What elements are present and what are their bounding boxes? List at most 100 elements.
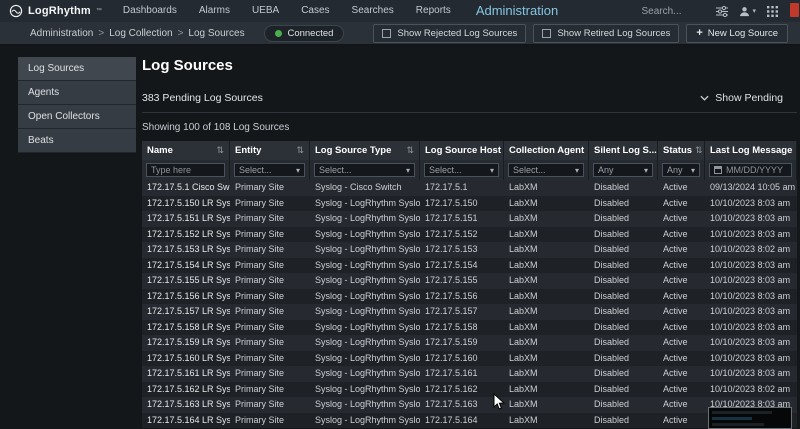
cell-last-log-message: 10/10/2023 8:03 am — [705, 304, 797, 320]
table-header-row: Name ⇅ Entity ⇅ Log Source Type ⇅ Log So… — [142, 141, 797, 160]
table-row[interactable]: 172.17.5.164 LR Sysl... Primary Site Sys… — [142, 413, 797, 429]
table-row[interactable]: 172.17.5.1 Cisco Swit... Primary Site Sy… — [142, 180, 797, 196]
table-row[interactable]: 172.17.5.162 LR Sysl... Primary Site Sys… — [142, 382, 797, 398]
date-filter-input[interactable] — [726, 165, 787, 175]
table-row[interactable]: 172.17.5.155 LR Sysl... Primary Site Sys… — [142, 273, 797, 289]
pip-overlay[interactable] — [708, 407, 792, 429]
column-header[interactable]: Entity ⇅ — [230, 141, 310, 160]
cell-entity: Primary Site — [230, 366, 310, 382]
column-header-label: Last Log Message — [710, 145, 792, 156]
cell-status: Active — [658, 242, 705, 258]
cell-log-source-host: 172.17.5.159 — [420, 335, 504, 351]
page-title: Log Sources — [142, 57, 797, 74]
cell-log-source-host: 172.17.5.156 — [420, 289, 504, 305]
sidebar-item[interactable]: Agents — [18, 81, 136, 105]
status-filter-select[interactable]: Any ▾ — [662, 163, 700, 177]
table-row[interactable]: 172.17.5.159 LR Sysl... Primary Site Sys… — [142, 335, 797, 351]
silent-filter-select[interactable]: Any ▾ — [593, 163, 653, 177]
nav-item[interactable]: UEBA — [241, 0, 290, 22]
show-rejected-checkbox[interactable]: Show Rejected Log Sources — [373, 24, 526, 43]
cell-log-source-type: Syslog - LogRhythm Syslog Ge... — [310, 382, 420, 398]
cell-entity: Primary Site — [230, 273, 310, 289]
pip-content — [712, 411, 772, 414]
table-row[interactable]: 172.17.5.157 LR Sysl... Primary Site Sys… — [142, 304, 797, 320]
column-header[interactable]: Log Source Host ⇅ — [420, 141, 504, 160]
column-header[interactable]: Log Source Type ⇅ — [310, 141, 420, 160]
name-filter-input[interactable] — [146, 163, 225, 177]
cell-silent-log-source: Disabled — [589, 242, 658, 258]
cell-collection-agent: LabXM — [504, 335, 589, 351]
type-filter-select[interactable]: Select... ▾ — [314, 163, 415, 177]
host-filter-select[interactable]: Select... ▾ — [424, 163, 499, 177]
logrhythm-logo[interactable]: LogRhythm ™ — [0, 4, 112, 18]
column-header[interactable]: Silent Log S... ⇅ — [589, 141, 658, 160]
breadcrumb-label: Log Sources — [188, 28, 244, 39]
breadcrumb-item[interactable]: Log Sources > — [188, 28, 244, 39]
table-row[interactable]: 172.17.5.151 LR Sysl... Primary Site Sys… — [142, 211, 797, 227]
cell-entity: Primary Site — [230, 242, 310, 258]
column-header[interactable]: Collection Agent ⇅ — [504, 141, 589, 160]
column-header[interactable]: Status ⇅ — [658, 141, 705, 160]
table-row[interactable]: 172.17.5.156 LR Sysl... Primary Site Sys… — [142, 289, 797, 305]
cell-name: 172.17.5.160 LR Sysl... — [142, 351, 230, 367]
cell-status: Active — [658, 211, 705, 227]
record-indicator — [790, 3, 799, 17]
sidebar-item[interactable]: Beats — [18, 129, 136, 153]
cell-log-source-type: Syslog - LogRhythm Syslog Ge... — [310, 273, 420, 289]
app-grid-icon[interactable] — [767, 6, 778, 17]
cell-entity: Primary Site — [230, 335, 310, 351]
cell-last-log-message: 10/10/2023 8:03 am — [705, 335, 797, 351]
cell-silent-log-source: Disabled — [589, 273, 658, 289]
nav-item[interactable]: Cases — [290, 0, 340, 22]
filter-sliders-icon[interactable] — [716, 6, 728, 17]
entity-filter-select[interactable]: Select... ▾ — [234, 163, 305, 177]
show-pending-toggle[interactable]: Show Pending — [700, 92, 783, 104]
breadcrumb-item[interactable]: Log Collection > — [109, 28, 183, 39]
show-retired-checkbox[interactable]: Show Retired Log Sources — [533, 24, 679, 43]
cell-last-log-message: 10/10/2023 8:03 am — [705, 211, 797, 227]
table-row[interactable]: 172.17.5.150 LR Sysl... Primary Site Sys… — [142, 196, 797, 212]
column-header-label: Name — [147, 145, 173, 156]
cell-log-source-host: 172.17.5.1 — [420, 180, 504, 196]
table-row[interactable]: 172.17.5.154 LR Sysl... Primary Site Sys… — [142, 258, 797, 274]
table-row[interactable]: 172.17.5.153 LR Sysl... Primary Site Sys… — [142, 242, 797, 258]
agent-filter-select[interactable]: Select... ▾ — [508, 163, 584, 177]
cell-status: Active — [658, 320, 705, 336]
new-log-source-button[interactable]: + New Log Source — [686, 24, 788, 43]
breadcrumb-item[interactable]: Administration > — [30, 28, 104, 39]
filter-cell-host: Select... ▾ — [420, 160, 504, 180]
cell-log-source-type: Syslog - LogRhythm Syslog Ge... — [310, 351, 420, 367]
table-row[interactable]: 172.17.5.160 LR Sysl... Primary Site Sys… — [142, 351, 797, 367]
table-row[interactable]: 172.17.5.158 LR Sysl... Primary Site Sys… — [142, 320, 797, 336]
pending-bar: 383 Pending Log Sources Show Pending — [142, 84, 797, 113]
cell-last-log-message: 10/10/2023 8:02 am — [705, 242, 797, 258]
cell-status: Active — [658, 196, 705, 212]
select-value: Select... — [319, 165, 352, 175]
table-row[interactable]: 172.17.5.152 LR Sysl... Primary Site Sys… — [142, 227, 797, 243]
nav-item-administration[interactable]: Administration — [462, 0, 572, 22]
nav-item[interactable]: Dashboards — [112, 0, 188, 22]
pending-count-label: 383 Pending Log Sources — [142, 92, 263, 104]
cell-status: Active — [658, 304, 705, 320]
nav-item[interactable]: Alarms — [188, 0, 241, 22]
sub-bar: Administration > Log Collection > Log So… — [0, 22, 800, 45]
cell-last-log-message: 10/10/2023 8:03 am — [705, 196, 797, 212]
nav-item[interactable]: Searches — [341, 0, 405, 22]
cell-status: Active — [658, 180, 705, 196]
nav-item[interactable]: Reports — [405, 0, 462, 22]
sidebar-item[interactable]: Open Collectors — [18, 105, 136, 129]
sidebar-item[interactable]: Log Sources — [18, 57, 136, 81]
user-menu[interactable]: ▾ — [739, 6, 756, 17]
cell-log-source-host: 172.17.5.151 — [420, 211, 504, 227]
column-header[interactable]: Last Log Message ⇅ — [705, 141, 797, 160]
chevron-down-icon: ▾ — [296, 166, 300, 175]
cell-entity: Primary Site — [230, 382, 310, 398]
cell-collection-agent: LabXM — [504, 397, 589, 413]
cell-silent-log-source: Disabled — [589, 211, 658, 227]
table-row[interactable]: 172.17.5.161 LR Sysl... Primary Site Sys… — [142, 366, 797, 382]
table-row[interactable]: 172.17.5.163 LR Sysl... Primary Site Sys… — [142, 397, 797, 413]
date-filter[interactable] — [709, 163, 792, 177]
cell-log-source-type: Syslog - LogRhythm Syslog Ge... — [310, 289, 420, 305]
column-header[interactable]: Name ⇅ — [142, 141, 230, 160]
search-input[interactable] — [641, 6, 705, 17]
